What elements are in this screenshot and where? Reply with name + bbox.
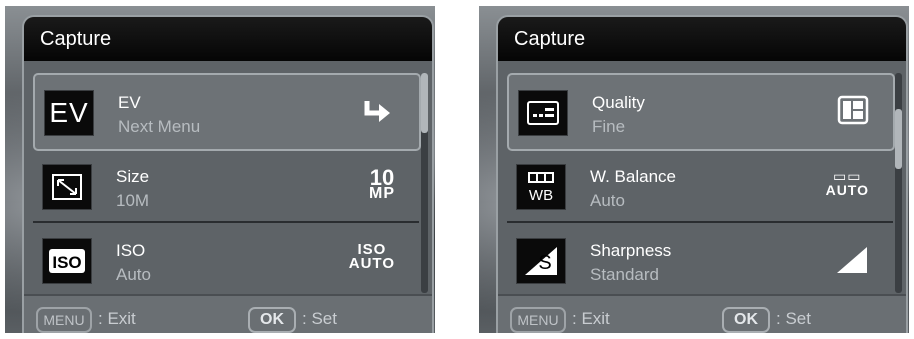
menu-key-button[interactable]: MENU bbox=[36, 307, 92, 333]
wb-auto-icon: ▭▭ AUTO bbox=[826, 169, 869, 197]
wb-auto-top: ▭▭ bbox=[833, 168, 862, 184]
menu-item-quality[interactable]: Quality Fine bbox=[507, 73, 895, 151]
footer-bar: MENU : Exit OK : Set bbox=[24, 294, 432, 333]
menu-item-value: 10M bbox=[116, 191, 150, 210]
menu-item-label: W. Balance bbox=[590, 167, 676, 186]
size-10mp-bottom: MP bbox=[369, 185, 395, 202]
menu-item-sharpness[interactable]: S Sharpness Standard bbox=[507, 223, 893, 297]
scrollbar-thumb[interactable] bbox=[421, 73, 428, 133]
standard-sharpness-icon bbox=[835, 245, 869, 280]
scrollbar[interactable] bbox=[895, 73, 902, 293]
size-10mp-icon: 10 MP bbox=[369, 167, 395, 202]
menu-item-value: Fine bbox=[592, 117, 626, 136]
menu-key-button[interactable]: MENU bbox=[510, 307, 566, 333]
menu-item-iso[interactable]: ISO ISO Auto ISO AUTO bbox=[33, 223, 419, 297]
exit-label: : Exit bbox=[98, 309, 136, 328]
menu-item-value: Auto bbox=[590, 191, 625, 210]
menu-item-label: Quality bbox=[592, 93, 645, 112]
exit-label: : Exit bbox=[572, 309, 610, 328]
iso-auto-icon: ISO AUTO bbox=[348, 242, 395, 272]
menu-item-value: Auto bbox=[116, 265, 151, 284]
menu-title: Capture bbox=[24, 17, 432, 61]
menu-item-value: Next Menu bbox=[118, 117, 201, 136]
right-camera-screen: Capture Quality Fine WB W. Balance Auto … bbox=[479, 6, 909, 333]
footer-bar: MENU : Exit OK : Set bbox=[498, 294, 906, 333]
menu-item-label: Size bbox=[116, 167, 150, 186]
svg-text:WB: WB bbox=[529, 187, 553, 204]
menu-item-label: EV bbox=[118, 93, 141, 112]
svg-text:S: S bbox=[538, 252, 551, 274]
menu-title: Capture bbox=[498, 17, 906, 61]
quality-icon bbox=[518, 90, 568, 136]
ok-key-button[interactable]: OK bbox=[248, 307, 296, 333]
menu-item-label: Sharpness bbox=[590, 241, 672, 260]
ev-icon: EV bbox=[44, 90, 94, 136]
set-label: : Set bbox=[302, 309, 337, 328]
menu-list: Quality Fine WB W. Balance Auto ▭▭ AUTO … bbox=[498, 63, 906, 295]
capture-menu-panel: Capture EV EV Next Menu Size 10M 10 MP I… bbox=[22, 15, 434, 333]
menu-item-white-balance[interactable]: WB W. Balance Auto ▭▭ AUTO bbox=[507, 149, 893, 223]
sharpness-icon: S bbox=[516, 238, 566, 284]
menu-item-value: Standard bbox=[590, 265, 659, 284]
ok-key-button[interactable]: OK bbox=[722, 307, 770, 333]
menu-list: EV EV Next Menu Size 10M 10 MP ISO ISO A… bbox=[24, 63, 432, 295]
white-balance-icon: WB bbox=[516, 164, 566, 210]
scrollbar-thumb[interactable] bbox=[895, 109, 902, 169]
scrollbar[interactable] bbox=[421, 73, 428, 293]
size-icon bbox=[42, 164, 92, 210]
left-camera-screen: Capture EV EV Next Menu Size 10M 10 MP I… bbox=[5, 6, 435, 333]
iso-auto-bottom: AUTO bbox=[348, 255, 395, 272]
menu-item-ev[interactable]: EV EV Next Menu bbox=[33, 73, 421, 151]
menu-item-size[interactable]: Size 10M 10 MP bbox=[33, 149, 419, 223]
capture-menu-panel: Capture Quality Fine WB W. Balance Auto … bbox=[496, 15, 908, 333]
svg-text:ISO: ISO bbox=[52, 253, 81, 272]
wb-auto-bottom: AUTO bbox=[825, 182, 869, 198]
next-arrow-icon bbox=[361, 99, 395, 130]
menu-item-label: ISO bbox=[116, 241, 146, 260]
set-label: : Set bbox=[776, 309, 811, 328]
iso-icon: ISO bbox=[42, 238, 92, 284]
fine-quality-icon bbox=[837, 95, 869, 130]
